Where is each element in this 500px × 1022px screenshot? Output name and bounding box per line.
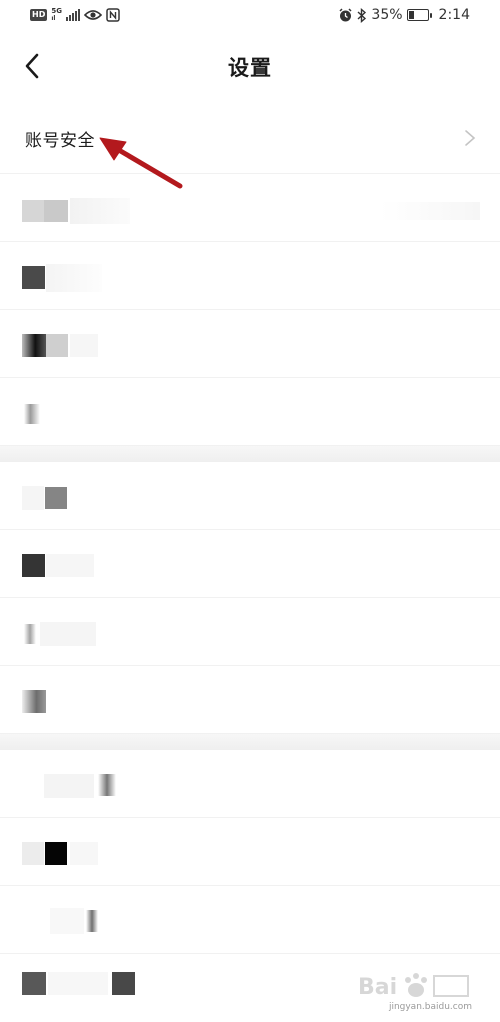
redacted-blur [48,972,108,995]
redacted-blur [46,554,94,577]
settings-item-account-security[interactable]: 账号安全 [0,104,500,174]
network-label: 5G [51,7,62,15]
battery-fill [408,11,415,19]
status-bar: HD 5G ıl 35% 2:14 [0,0,500,32]
redacted-block [22,266,45,289]
redacted-block [46,334,68,357]
redacted-block [22,200,44,222]
redacted-block [45,842,67,865]
section-divider [0,734,500,750]
settings-item-redacted[interactable] [0,530,500,598]
redacted-block [24,404,40,424]
battery-icon [406,9,432,21]
nfc-icon [106,8,120,22]
redacted-blur [50,908,84,934]
settings-item-redacted[interactable] [0,174,500,242]
settings-item-redacted[interactable] [0,750,500,818]
settings-item-redacted[interactable] [0,666,500,734]
redacted-blur [380,202,480,220]
redacted-block [44,200,68,222]
settings-list: 账号安全 [0,104,500,1022]
settings-item-redacted[interactable] [0,818,500,886]
eye-icon [83,10,102,20]
nav-header: 设置 [0,32,500,104]
redacted-block [22,972,46,995]
status-left: HD 5G ıl [30,8,120,22]
arrow-head [99,137,127,161]
redacted-blur [22,486,44,510]
redacted-blur [70,842,98,865]
section-divider [0,446,500,462]
settings-item-redacted[interactable] [0,598,500,666]
settings-item-redacted[interactable] [0,378,500,446]
redacted-block [24,624,36,644]
hd-icon: HD [30,9,48,21]
settings-item-redacted[interactable] [0,462,500,530]
settings-item-label: 账号安全 [25,131,95,151]
redacted-block [98,774,116,796]
settings-item-redacted[interactable] [0,886,500,954]
redacted-block [22,334,46,357]
annotation-arrow-icon [99,137,183,189]
svg-text:Bai: Bai [358,975,397,1000]
status-right: 35% 2:14 [338,7,470,23]
redacted-block [45,487,67,509]
battery-percent: 35% [371,7,403,23]
network-indicator: 5G ıl [51,7,62,23]
redacted-blur [46,264,102,292]
chevron-right-icon [465,130,476,146]
watermark-text: jingyan.baidu.com [388,1002,472,1012]
redacted-block [22,690,46,713]
alarm-icon [339,7,352,21]
signal-icon [65,9,80,21]
settings-item-redacted[interactable] [0,242,500,310]
page-title: 设置 [228,56,272,80]
redacted-blur [44,774,94,798]
clock: 2:14 [438,7,470,23]
redacted-block [86,910,98,932]
redacted-blur [70,334,98,357]
bluetooth-icon [357,7,367,23]
redacted-block [112,972,135,995]
settings-item-redacted[interactable] [0,310,500,378]
redacted-blur [70,198,130,224]
redacted-block [22,554,45,577]
redacted-blur [22,842,44,865]
arrow-shaft [109,143,183,189]
redacted-blur [40,622,96,646]
